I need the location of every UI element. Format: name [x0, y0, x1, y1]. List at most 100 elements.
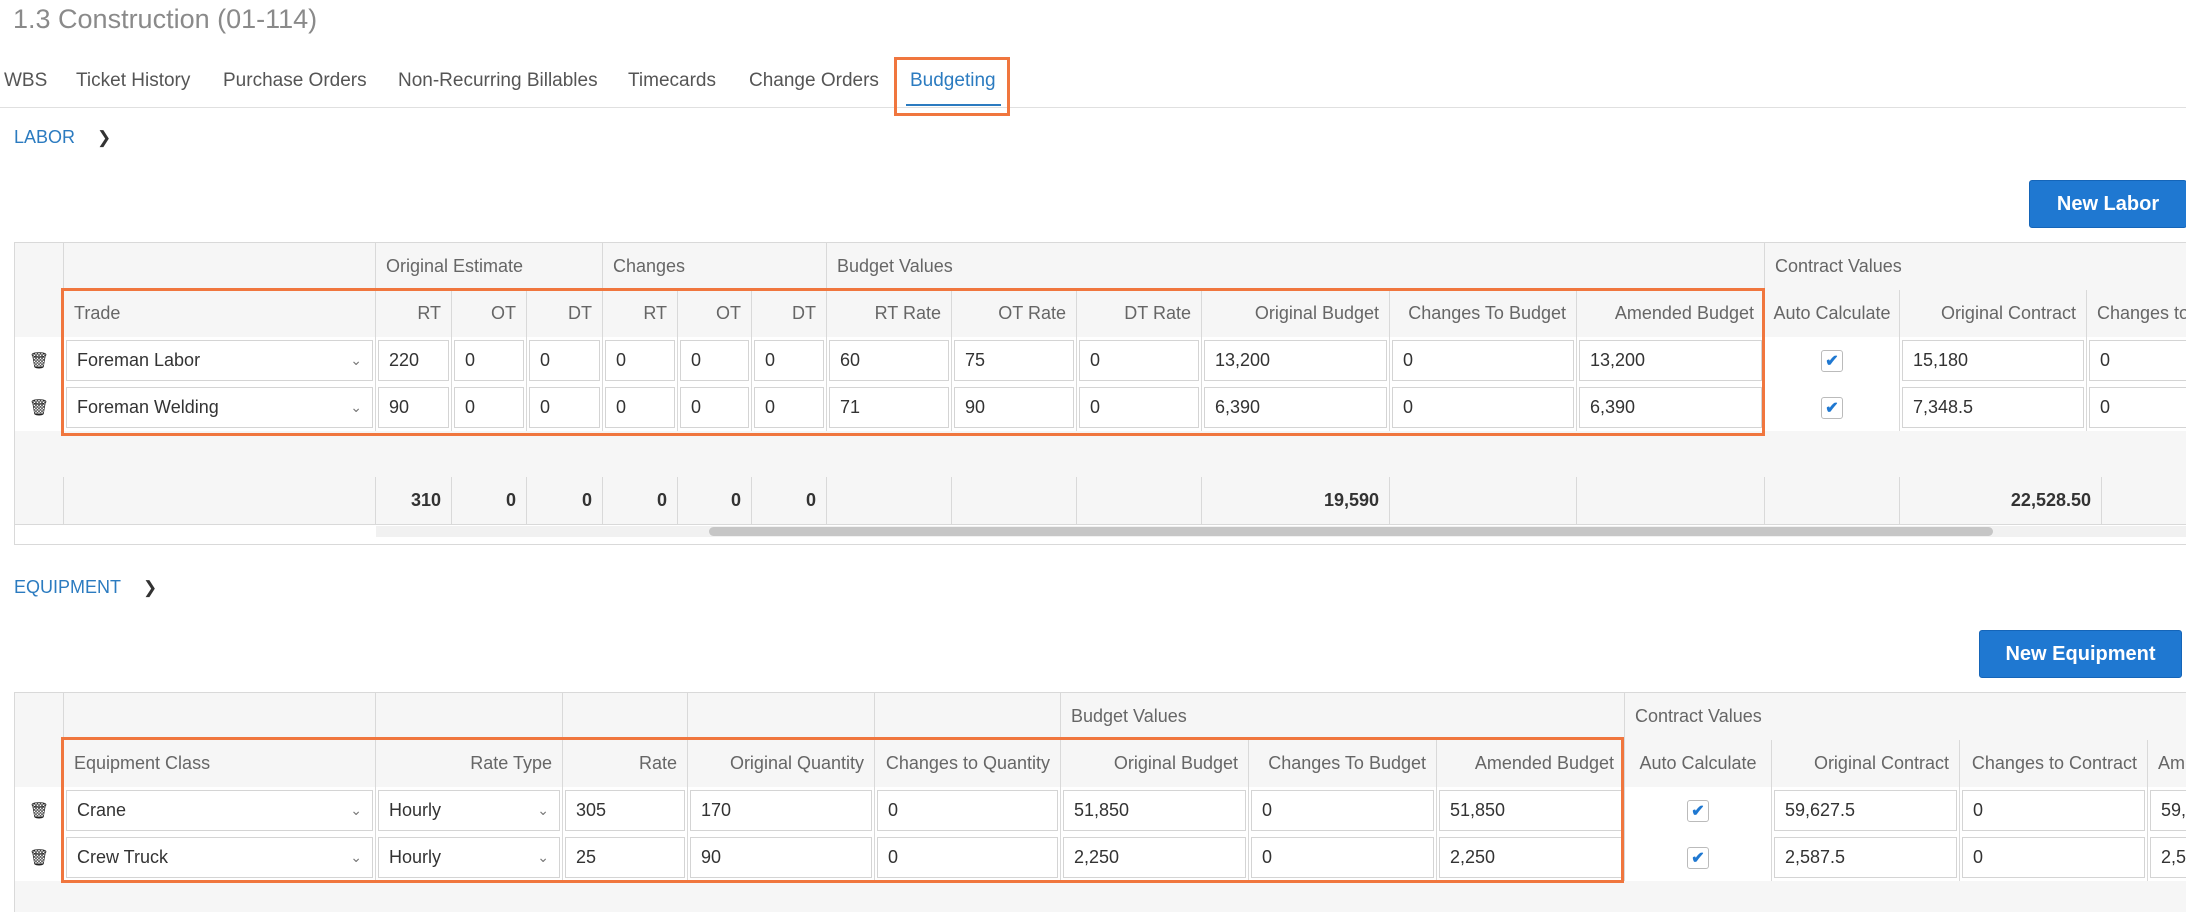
trash-icon[interactable]: 🗑: [29, 398, 49, 418]
changes-to-budget-input[interactable]: 0: [1251, 790, 1434, 831]
dt-rate-input[interactable]: 0: [1079, 387, 1199, 428]
col-amended-contract[interactable]: Am: [2148, 740, 2186, 787]
equipment-class-select[interactable]: Crew Truck ⌄: [66, 837, 373, 878]
changes-to-budget-input[interactable]: 0: [1251, 837, 1434, 878]
tab-wbs[interactable]: WBS: [4, 70, 47, 92]
trade-select[interactable]: Foreman Welding ⌄: [66, 387, 373, 428]
changes-to-contract-input[interactable]: 0: [1962, 837, 2145, 878]
chevron-down-icon[interactable]: ❯: [97, 129, 111, 146]
col-original-contract[interactable]: Original Contract: [1900, 290, 2087, 337]
labor-horizontal-scrollbar[interactable]: [376, 526, 2186, 537]
rt-rate-input[interactable]: 60: [829, 340, 949, 381]
original-contract-input[interactable]: 7,348.5: [1902, 387, 2084, 428]
col-rt-rate[interactable]: RT Rate: [827, 290, 952, 337]
new-labor-button[interactable]: New Labor: [2029, 180, 2186, 228]
tab-change-orders[interactable]: Change Orders: [749, 70, 879, 92]
original-quantity-input[interactable]: 90: [690, 837, 872, 878]
col-auto-calculate[interactable]: Auto Calculate: [1625, 740, 1772, 787]
col-rate[interactable]: Rate: [563, 740, 688, 787]
ot-rate-input[interactable]: 75: [954, 340, 1074, 381]
trash-icon[interactable]: 🗑: [29, 351, 49, 371]
amended-budget-input[interactable]: 13,200: [1579, 340, 1762, 381]
amended-contract-input[interactable]: 2,58: [2150, 837, 2186, 878]
ot-rate-input[interactable]: 90: [954, 387, 1074, 428]
tab-budgeting[interactable]: Budgeting: [910, 70, 996, 92]
equipment-section-label[interactable]: EQUIPMENT: [14, 577, 121, 598]
col-changes-to-contract[interactable]: Changes to Contract: [1960, 740, 2148, 787]
col-equipment-class[interactable]: Equipment Class: [64, 740, 376, 787]
original-quantity-input[interactable]: 170: [690, 790, 872, 831]
labor-section-label[interactable]: LABOR: [14, 127, 75, 148]
auto-calculate-checkbox[interactable]: ✔: [1821, 349, 1843, 372]
col-amended-budget[interactable]: Amended Budget: [1577, 290, 1765, 337]
trash-icon[interactable]: 🗑: [29, 848, 49, 868]
col-dt[interactable]: DT: [527, 290, 603, 337]
col-ot[interactable]: OT: [452, 290, 527, 337]
tab-non-recurring-billables[interactable]: Non-Recurring Billables: [398, 70, 598, 92]
amended-budget-input[interactable]: 2,250: [1439, 837, 1622, 878]
chevron-down-icon[interactable]: ❯: [143, 579, 157, 596]
dt-input[interactable]: 0: [529, 340, 600, 381]
col-changes-dt[interactable]: DT: [752, 290, 827, 337]
scrollbar-thumb[interactable]: [709, 527, 1993, 536]
col-rate-type[interactable]: Rate Type: [376, 740, 563, 787]
rt-input[interactable]: 220: [378, 340, 449, 381]
rate-type-select[interactable]: Hourly ⌄: [378, 790, 560, 831]
tab-timecards[interactable]: Timecards: [628, 70, 716, 92]
col-amended-budget[interactable]: Amended Budget: [1437, 740, 1625, 787]
original-budget-input[interactable]: 13,200: [1204, 340, 1387, 381]
changes-rt-input[interactable]: 0: [605, 340, 675, 381]
tab-purchase-orders[interactable]: Purchase Orders: [223, 70, 367, 92]
col-auto-calculate[interactable]: Auto Calculate: [1765, 290, 1900, 337]
rate-type-select[interactable]: Hourly ⌄: [378, 837, 560, 878]
rt-rate-input[interactable]: 71: [829, 387, 949, 428]
original-contract-input[interactable]: 15,180: [1902, 340, 2084, 381]
col-rt[interactable]: RT: [376, 290, 452, 337]
equipment-class-select[interactable]: Crane ⌄: [66, 790, 373, 831]
col-original-budget[interactable]: Original Budget: [1202, 290, 1390, 337]
rate-input[interactable]: 305: [565, 790, 685, 831]
amended-budget-input[interactable]: 6,390: [1579, 387, 1762, 428]
changes-dt-input[interactable]: 0: [754, 387, 824, 428]
auto-calculate-checkbox[interactable]: ✔: [1687, 799, 1709, 822]
col-ot-rate[interactable]: OT Rate: [952, 290, 1077, 337]
amended-contract-input[interactable]: 59,6: [2150, 790, 2186, 831]
col-changes-rt[interactable]: RT: [603, 290, 678, 337]
col-original-quantity[interactable]: Original Quantity: [688, 740, 875, 787]
col-changes-ot[interactable]: OT: [678, 290, 752, 337]
dt-input[interactable]: 0: [529, 387, 600, 428]
changes-to-budget-input[interactable]: 0: [1392, 387, 1574, 428]
changes-ot-input[interactable]: 0: [680, 387, 749, 428]
ot-input[interactable]: 0: [454, 387, 524, 428]
changes-rt-input[interactable]: 0: [605, 387, 675, 428]
auto-calculate-checkbox[interactable]: ✔: [1687, 846, 1709, 869]
trade-select[interactable]: Foreman Labor ⌄: [66, 340, 373, 381]
amended-budget-input[interactable]: 51,850: [1439, 790, 1622, 831]
col-trade[interactable]: Trade: [64, 290, 376, 337]
changes-to-budget-input[interactable]: 0: [1392, 340, 1574, 381]
tab-ticket-history[interactable]: Ticket History: [76, 70, 190, 92]
changes-dt-input[interactable]: 0: [754, 340, 824, 381]
auto-calculate-checkbox[interactable]: ✔: [1821, 396, 1843, 419]
col-original-budget[interactable]: Original Budget: [1061, 740, 1249, 787]
changes-to-contract-input[interactable]: 0: [1962, 790, 2145, 831]
col-changes-to-budget[interactable]: Changes To Budget: [1249, 740, 1437, 787]
original-contract-input[interactable]: 2,587.5: [1774, 837, 1957, 878]
original-budget-input[interactable]: 51,850: [1063, 790, 1246, 831]
changes-to-quantity-input[interactable]: 0: [877, 837, 1058, 878]
original-budget-input[interactable]: 2,250: [1063, 837, 1246, 878]
original-budget-input[interactable]: 6,390: [1204, 387, 1387, 428]
changes-ot-input[interactable]: 0: [680, 340, 749, 381]
col-original-contract[interactable]: Original Contract: [1772, 740, 1960, 787]
rate-input[interactable]: 25: [565, 837, 685, 878]
dt-rate-input[interactable]: 0: [1079, 340, 1199, 381]
changes-to-contract-input[interactable]: 0: [2089, 387, 2186, 428]
ot-input[interactable]: 0: [454, 340, 524, 381]
original-contract-input[interactable]: 59,627.5: [1774, 790, 1957, 831]
col-changes-to-contract[interactable]: Changes to: [2087, 290, 2186, 337]
col-dt-rate[interactable]: DT Rate: [1077, 290, 1202, 337]
changes-to-contract-input[interactable]: 0: [2089, 340, 2186, 381]
trash-icon[interactable]: 🗑: [29, 801, 49, 821]
new-equipment-button[interactable]: New Equipment: [1979, 630, 2182, 678]
col-changes-to-quantity[interactable]: Changes to Quantity: [875, 740, 1061, 787]
